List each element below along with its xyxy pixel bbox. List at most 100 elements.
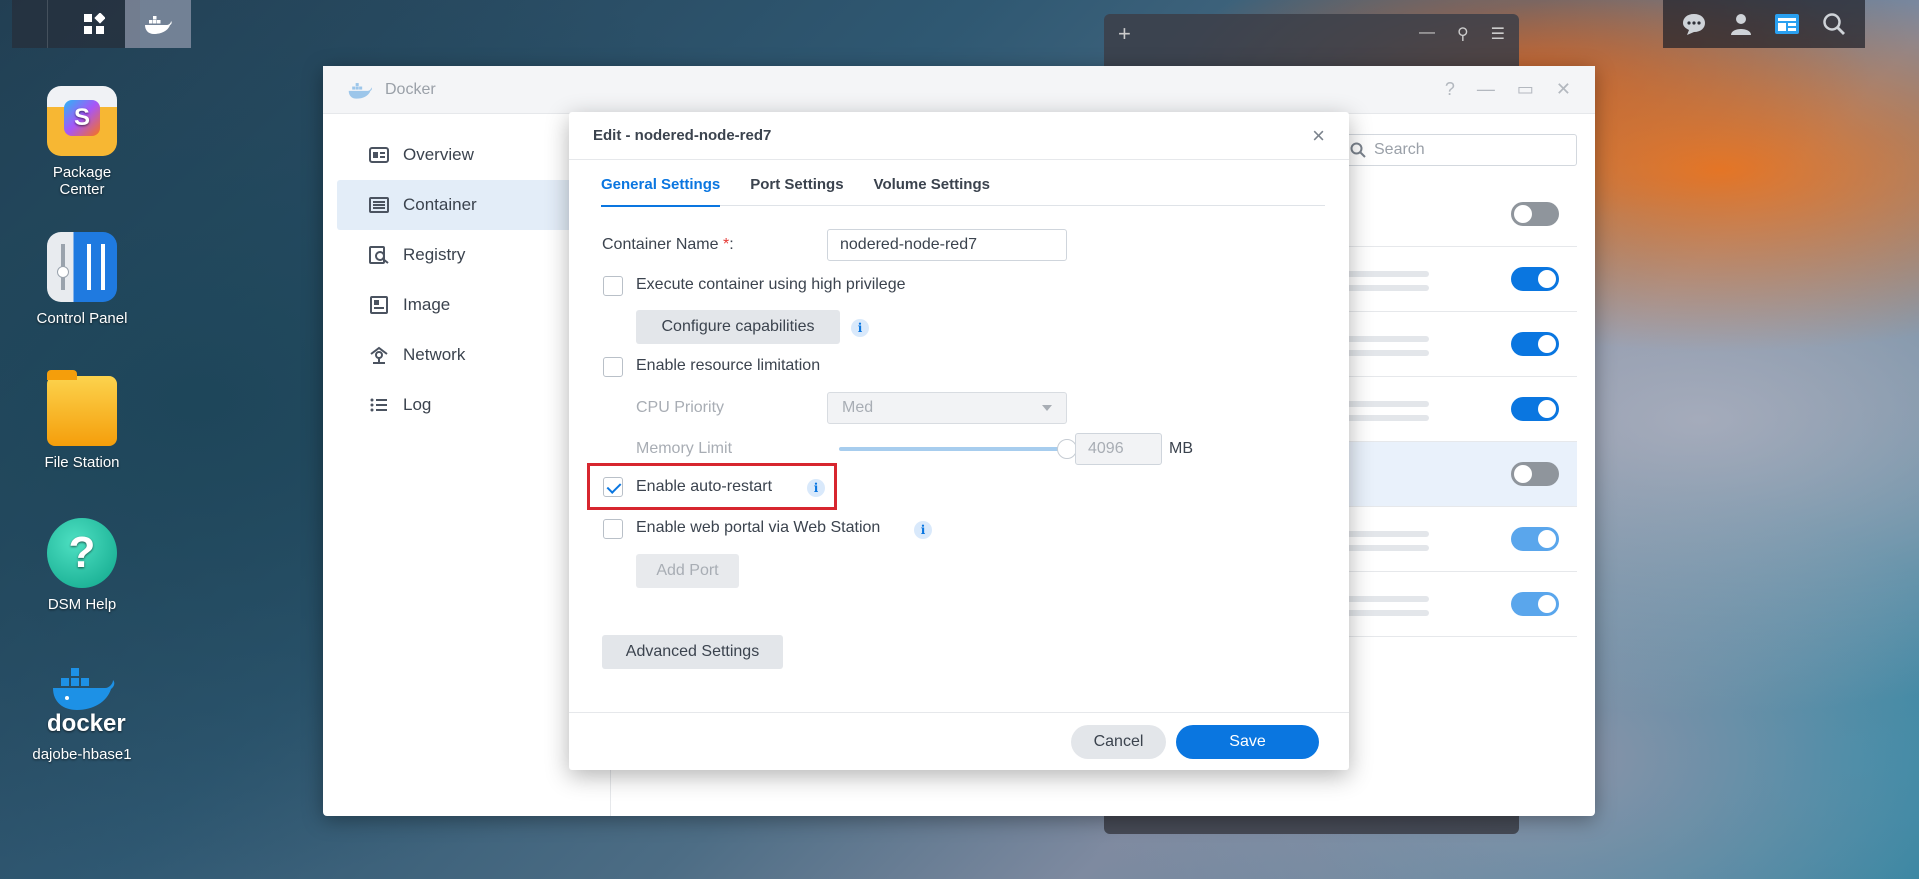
desktop-icon-dsm-help[interactable]: ? DSM Help bbox=[20, 518, 144, 613]
pin-icon[interactable]: ⚲ bbox=[1457, 24, 1469, 44]
close-icon[interactable]: ✕ bbox=[1556, 79, 1571, 100]
desktop-icon-label: Package bbox=[52, 164, 112, 181]
memory-unit-label: MB bbox=[1169, 440, 1193, 457]
container-toggle[interactable] bbox=[1511, 332, 1559, 356]
sidebar-item-label: Registry bbox=[403, 245, 466, 264]
apps-grid-icon bbox=[84, 13, 105, 34]
docker-sidebar: Overview Container Registry Image Networ… bbox=[323, 114, 611, 816]
docker-app-icon bbox=[348, 82, 372, 99]
slider-handle[interactable] bbox=[1057, 439, 1077, 459]
cpu-priority-label: CPU Priority bbox=[636, 399, 725, 416]
desktop-icon-dajobe-hbase1[interactable]: docker dajobe-hbase1 bbox=[20, 664, 144, 763]
sidebar-item-label: Image bbox=[403, 295, 451, 314]
memory-limit-field[interactable]: 4096 bbox=[1075, 433, 1162, 465]
widget-toolbar: + — ⚲ ☰ bbox=[1104, 14, 1519, 54]
docker-titlebar: Docker ? — ▭ ✕ bbox=[323, 66, 1595, 114]
overview-icon bbox=[369, 145, 389, 165]
web-portal-checkbox[interactable] bbox=[603, 519, 623, 539]
resource-limit-label: Enable resource limitation bbox=[636, 357, 821, 374]
container-toggle[interactable] bbox=[1511, 592, 1559, 616]
widgets-icon[interactable] bbox=[1770, 7, 1804, 41]
list-item[interactable] bbox=[1339, 182, 1577, 247]
info-icon[interactable]: i bbox=[851, 319, 869, 337]
search-icon bbox=[1350, 142, 1366, 158]
search-icon[interactable] bbox=[1817, 7, 1851, 41]
list-item[interactable] bbox=[1339, 442, 1577, 507]
add-port-button[interactable]: Add Port bbox=[636, 554, 739, 588]
search-input[interactable]: Search bbox=[1339, 134, 1577, 166]
auto-restart-label: Enable auto-restart bbox=[636, 478, 773, 495]
add-icon[interactable]: + bbox=[1118, 21, 1131, 47]
container-toggle[interactable] bbox=[1511, 527, 1559, 551]
tab-general-settings[interactable]: General Settings bbox=[601, 170, 721, 207]
info-icon[interactable]: i bbox=[807, 479, 825, 497]
container-icon bbox=[369, 195, 389, 215]
dialog-title: Edit - nodered-node-red7 bbox=[593, 127, 772, 144]
container-toggle[interactable] bbox=[1511, 397, 1559, 421]
list-item[interactable] bbox=[1339, 377, 1577, 442]
help-icon[interactable]: ? bbox=[1445, 79, 1455, 100]
container-toggle[interactable] bbox=[1511, 202, 1559, 226]
desktop-icon-control-panel[interactable]: Control Panel bbox=[20, 232, 144, 327]
web-portal-label: Enable web portal via Web Station bbox=[636, 519, 881, 536]
container-name-field[interactable]: nodered-node-red7 bbox=[827, 229, 1067, 261]
close-icon[interactable]: × bbox=[1312, 123, 1325, 149]
sidebar-item-network[interactable]: Network bbox=[337, 330, 596, 380]
sidebar-item-label: Container bbox=[403, 195, 477, 214]
log-icon bbox=[369, 395, 389, 415]
desktop-icon-label: Control Panel bbox=[36, 310, 128, 327]
desktop-icon-label: DSM Help bbox=[47, 596, 117, 613]
info-icon[interactable]: i bbox=[914, 521, 932, 539]
registry-icon bbox=[369, 245, 389, 265]
high-privilege-label: Execute container using high privilege bbox=[636, 276, 906, 293]
list-item[interactable] bbox=[1339, 312, 1577, 377]
menu-icon[interactable]: ☰ bbox=[1491, 24, 1505, 44]
sidebar-item-image[interactable]: Image bbox=[337, 280, 596, 330]
search-placeholder: Search bbox=[1374, 141, 1425, 158]
container-name-label: Container Name *: bbox=[602, 236, 734, 253]
show-desktop-button[interactable] bbox=[12, 0, 48, 48]
dialog-tabs: General Settings Port Settings Volume Se… bbox=[601, 170, 1325, 207]
minimize-icon[interactable]: — bbox=[1419, 24, 1435, 44]
control-panel-icon bbox=[47, 232, 117, 302]
user-icon[interactable] bbox=[1724, 7, 1758, 41]
minimize-icon[interactable]: — bbox=[1477, 79, 1495, 100]
auto-restart-checkbox[interactable] bbox=[603, 477, 623, 497]
list-item[interactable] bbox=[1339, 247, 1577, 312]
container-toggle[interactable] bbox=[1511, 267, 1559, 291]
sidebar-item-label: Overview bbox=[403, 145, 474, 164]
list-item[interactable] bbox=[1339, 572, 1577, 637]
sidebar-item-registry[interactable]: Registry bbox=[337, 230, 596, 280]
resource-limit-checkbox[interactable] bbox=[603, 357, 623, 377]
sidebar-item-container[interactable]: Container bbox=[337, 180, 596, 230]
sidebar-item-label: Network bbox=[403, 345, 466, 364]
cpu-priority-select[interactable]: Med bbox=[827, 392, 1067, 424]
docker-wordmark: docker bbox=[47, 710, 126, 737]
advanced-settings-button[interactable]: Advanced Settings bbox=[602, 635, 783, 669]
sidebar-item-log[interactable]: Log bbox=[337, 380, 596, 430]
docker-logo-icon: docker bbox=[47, 664, 126, 737]
maximize-icon[interactable]: ▭ bbox=[1517, 79, 1534, 100]
cancel-button[interactable]: Cancel bbox=[1071, 725, 1166, 759]
list-item[interactable] bbox=[1339, 507, 1577, 572]
configure-capabilities-button[interactable]: Configure capabilities bbox=[636, 310, 840, 344]
save-button[interactable]: Save bbox=[1176, 725, 1319, 759]
dialog-titlebar: Edit - nodered-node-red7 × bbox=[569, 112, 1349, 160]
taskbar-right bbox=[1663, 0, 1865, 48]
tab-volume-settings[interactable]: Volume Settings bbox=[874, 170, 990, 206]
desktop-icon-label: dajobe-hbase1 bbox=[32, 746, 132, 763]
desktop-icon-package-center[interactable]: S Package Center bbox=[20, 86, 144, 198]
help-icon: ? bbox=[47, 518, 117, 588]
container-toggle[interactable] bbox=[1511, 462, 1559, 486]
sidebar-item-overview[interactable]: Overview bbox=[337, 130, 596, 180]
messages-icon[interactable] bbox=[1677, 7, 1711, 41]
tab-port-settings[interactable]: Port Settings bbox=[750, 170, 843, 206]
taskbar-docker-button[interactable] bbox=[125, 0, 191, 48]
high-privilege-checkbox[interactable] bbox=[603, 276, 623, 296]
edit-container-dialog: Edit - nodered-node-red7 × General Setti… bbox=[569, 112, 1349, 770]
chevron-down-icon bbox=[1042, 405, 1052, 411]
window-title: Docker bbox=[385, 80, 436, 98]
desktop-icon-label: File Station bbox=[44, 454, 120, 471]
memory-limit-slider[interactable] bbox=[839, 447, 1063, 451]
desktop-icon-file-station[interactable]: File Station bbox=[20, 370, 144, 471]
